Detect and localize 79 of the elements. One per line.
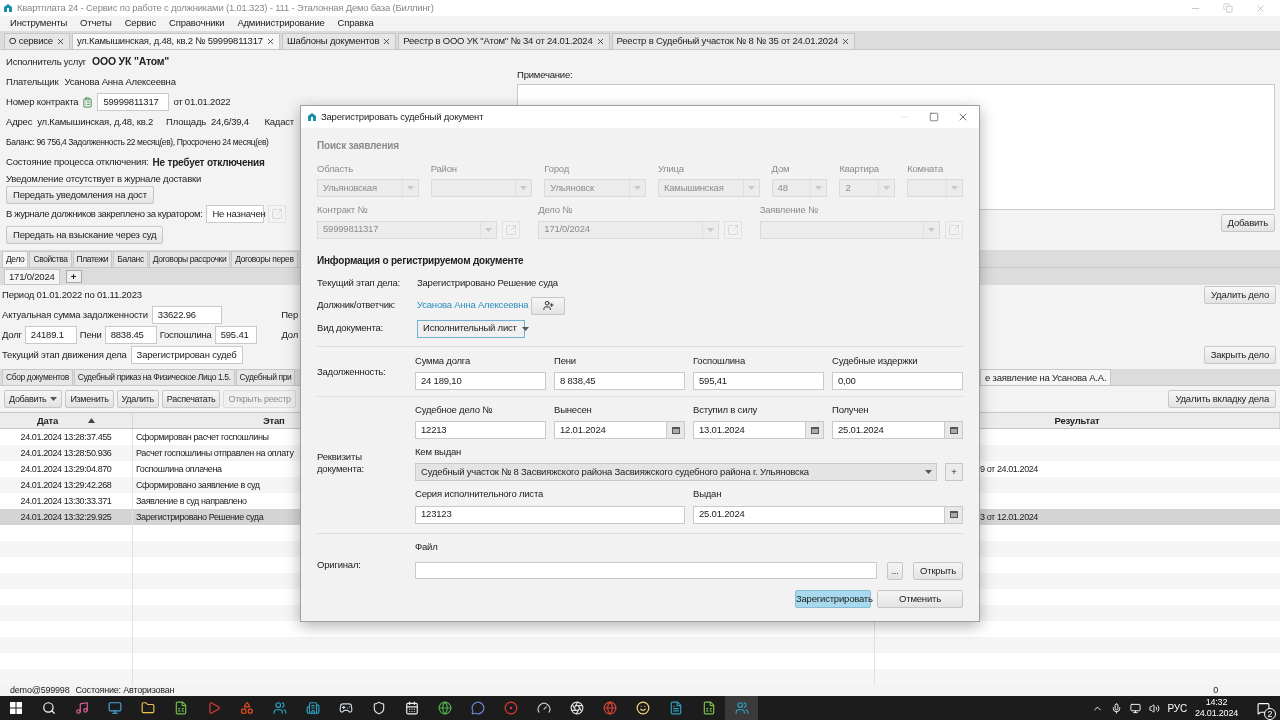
field-label: Дол — [281, 328, 298, 343]
table-cell: 24.01.2024 13:30:33.371 — [20, 494, 112, 508]
field-label: Уведомление отсутствует в журнале доставки — [6, 172, 202, 186]
field-label: Вид документа: — [317, 321, 384, 336]
section-label: Задолженность: — [317, 364, 386, 379]
field-label: Плательщик — [6, 74, 59, 89]
status-text: Состояние: Авторизован — [75, 683, 175, 697]
field-label: Кем выдан — [415, 445, 463, 459]
status-counter: 0 — [1213, 683, 1218, 697]
table-cell: 9 от 24.01.2024 — [980, 462, 1038, 476]
section-title: Информация о регистрируемом документе — [317, 253, 525, 268]
field-label: Кадаст — [264, 114, 294, 129]
period-text: Период 01.01.2022 по 01.11.2023 — [2, 288, 142, 303]
section-label: Реквизиты документа: — [317, 451, 365, 476]
table-cell: Сформирован расчет госпошлины — [136, 430, 269, 444]
field-label: Дело № — [538, 203, 574, 218]
address-value: ул.Камышинская, д.48, кв.2 — [37, 114, 154, 129]
field-label: Пени — [554, 353, 577, 368]
window-title: Квартплата 24 - Сервис по работе с должниками (1.01.323) - 111 - Эталонная Демо база (Биллинг) — [17, 0, 434, 15]
field-label: Номер контракта — [6, 94, 79, 109]
note-label: Примечание: — [517, 68, 574, 82]
table-cell: Расчет госпошлины отправлен на оплату — [136, 446, 294, 460]
field-label: Комната — [907, 162, 944, 176]
field-label: Район — [430, 162, 458, 176]
field-label: Текущий этап дела: — [317, 276, 401, 291]
table-cell: Зарегистрировано Решение суда — [136, 510, 264, 524]
table-cell: 24.01.2024 13:28:37.455 — [20, 430, 112, 444]
field-label: Серия исполнительного листа — [415, 487, 545, 502]
field-label: Адрес — [6, 114, 33, 129]
notification-count: 2 — [1264, 708, 1276, 720]
field-label: Госпошлина — [159, 328, 212, 343]
field-label: Текущий этап движения дела — [2, 348, 127, 363]
field-label: Исполнитель услуг — [6, 54, 86, 69]
clock-date: 24.01.2024 — [1194, 708, 1238, 719]
table-cell: 24.01.2024 13:28:50.936 — [20, 446, 112, 460]
table-cell: 24.01.2024 13:29:04.870 — [20, 462, 112, 476]
status-user: demo@599998 — [10, 683, 70, 697]
payer-name: Усанова Анна Алексеевна — [64, 74, 176, 89]
table-cell: 3 от 12.01.2024 — [980, 510, 1038, 524]
field-label: Госпошлина — [693, 353, 746, 368]
field-label: Контракт № — [317, 203, 369, 218]
table-cell: Госпошлина оплачена — [136, 462, 222, 476]
field-label: Площадь — [166, 114, 207, 129]
table-cell: 24.01.2024 13:32:29.925 — [20, 510, 112, 524]
field-label: Вступил в силу — [693, 402, 759, 417]
field-label: Судебные издержки — [832, 353, 919, 368]
field-label: Выдан — [693, 487, 723, 502]
field-label: Квартира — [839, 162, 880, 176]
field-label: Улица — [657, 162, 685, 176]
field-label: Состояние процесса отключения: — [6, 154, 149, 169]
keyboard-language: РУС — [1167, 701, 1187, 716]
field-label: Получен — [832, 402, 870, 417]
field-label: Вынесен — [554, 402, 593, 417]
field-label: Сумма долга — [415, 353, 471, 368]
field-label: Дом — [771, 162, 791, 176]
clock-time: 14:32 — [1205, 697, 1228, 708]
disconnect-status: Не требует отключения — [152, 155, 265, 170]
field-label: Судебное дело № — [415, 402, 494, 417]
field-label: Заявление № — [759, 203, 819, 218]
field-label: Пени — [79, 328, 102, 343]
field-label: Область — [317, 162, 354, 176]
table-cell: Сформировано заявление в суд — [136, 478, 260, 492]
stage-value: Зарегистрировано Решение суда — [417, 276, 558, 291]
field-label: Пер — [281, 308, 298, 323]
field-label: В журнале должников закреплено за куратором: — [6, 207, 203, 222]
area-value: 24,6/39,4 — [211, 114, 249, 129]
balance-text: Баланс: 96 756,4 Задолженность 22 месяц(ев), Просрочено 24 месяц(ев) — [6, 135, 269, 149]
contract-date: от 01.01.2022 — [173, 94, 231, 109]
field-label: Город — [544, 162, 570, 176]
table-cell: Заявление в суд направлено — [136, 494, 247, 508]
field-label: Долг — [2, 328, 22, 343]
provider-name: ООО УК "Атом" — [92, 54, 170, 70]
dialog-title: Зарегистрировать судебный документ — [321, 109, 484, 124]
section-label: Оригинал: — [317, 557, 361, 572]
table-cell: 24.01.2024 13:29:42.268 — [20, 478, 112, 492]
field-label: Актуальная сумма задолженности — [2, 308, 148, 323]
field-label: Должник/ответчик: — [317, 298, 397, 313]
section-title: Поиск заявления — [317, 139, 400, 153]
field-label: Файл — [415, 539, 439, 554]
